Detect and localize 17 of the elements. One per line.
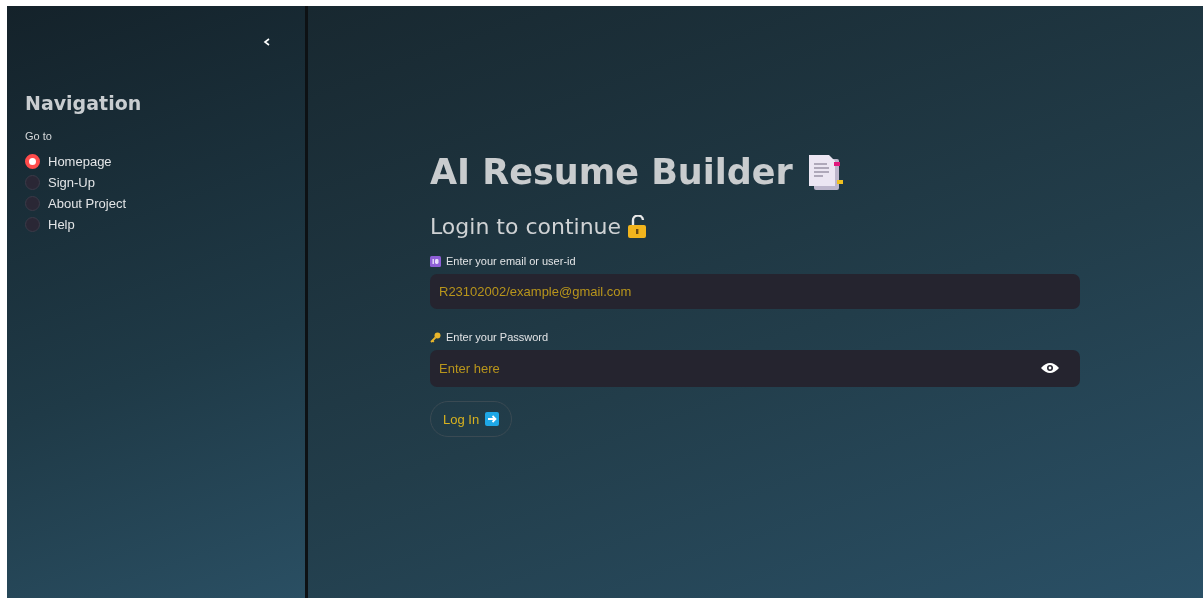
- nav-radio-option[interactable]: Help: [25, 217, 305, 232]
- page-title: AI Resume Builder: [430, 152, 793, 192]
- nav-radio-option[interactable]: About Project: [25, 196, 305, 211]
- key-icon: [430, 331, 441, 343]
- radio-group-label: Go to: [25, 130, 53, 142]
- field-label: Enter your Password: [446, 331, 549, 343]
- document-icon: [806, 153, 843, 191]
- eye-icon[interactable]: [1040, 361, 1060, 375]
- password-field[interactable]: Enter here: [430, 350, 1080, 387]
- login-heading: Login to continue: [430, 214, 622, 239]
- id-icon: [430, 255, 441, 267]
- nav-radio-option[interactable]: Homepage: [25, 154, 305, 169]
- email-field[interactable]: R23102002/example@gmail.com: [430, 274, 1080, 309]
- right-arrow-icon: [485, 412, 500, 426]
- field-label: Enter your email or user-id: [446, 255, 576, 267]
- nav-radio-option[interactable]: Sign-Up: [25, 175, 305, 190]
- sidebar-heading: Navigation: [25, 92, 143, 114]
